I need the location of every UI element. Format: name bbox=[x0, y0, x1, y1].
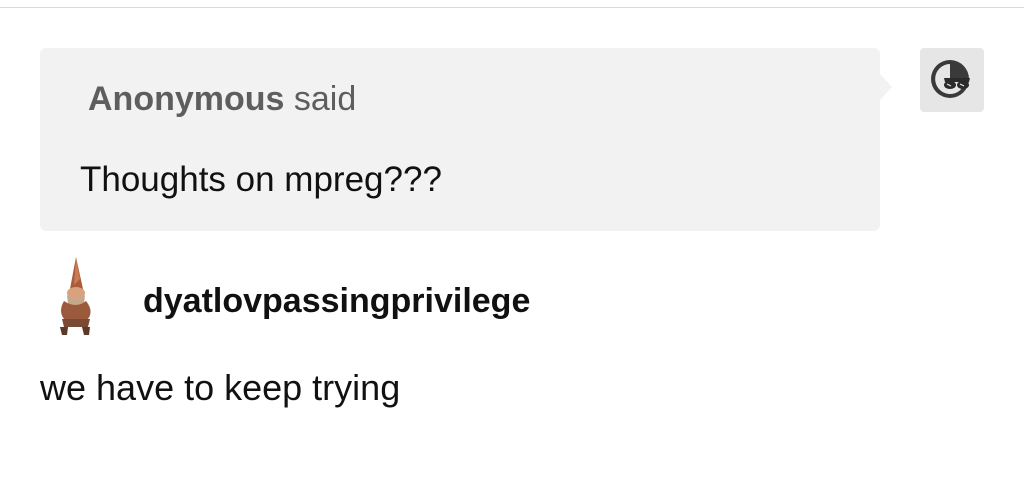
ask-bubble: Anonymous said Thoughts on mpreg??? bbox=[40, 48, 892, 231]
top-divider bbox=[0, 7, 1024, 8]
asker-said-label: said bbox=[284, 80, 357, 118]
asker-line: Anonymous said bbox=[88, 80, 356, 119]
anonymous-sunglasses-icon bbox=[931, 60, 970, 98]
gnome-figure-avatar bbox=[60, 257, 91, 335]
answerer-avatar[interactable] bbox=[50, 255, 98, 337]
answer-text: we have to keep trying bbox=[40, 367, 401, 408]
answerer-blog-name[interactable]: dyatlovpassingprivilege bbox=[143, 282, 530, 321]
question-text: Thoughts on mpreg??? bbox=[80, 160, 442, 199]
anonymous-avatar[interactable] bbox=[920, 48, 984, 112]
asker-name[interactable]: Anonymous bbox=[88, 80, 284, 118]
